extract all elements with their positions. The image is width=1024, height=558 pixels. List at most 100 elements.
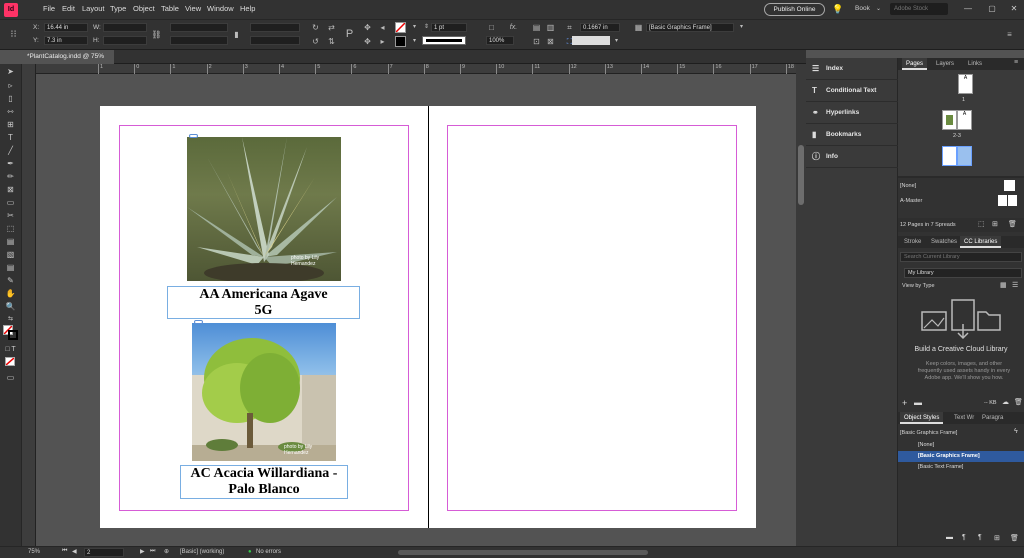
library-select[interactable]: My Library (904, 268, 1022, 278)
tab-text-wrap[interactable]: Text Wr (950, 412, 978, 424)
next-page-icon[interactable]: ▶ (140, 548, 145, 555)
selection-tool-icon[interactable]: ➤ (3, 66, 18, 77)
menu-object[interactable]: Object (133, 4, 155, 13)
style-basic-text-frame[interactable]: [Basic Text Frame] (898, 462, 1024, 473)
screen-mode-icon[interactable]: ▭ (3, 372, 18, 383)
select-container-icon[interactable]: ✥ (362, 22, 373, 33)
list-view-icon[interactable]: ☰ (1012, 281, 1018, 289)
master-a-thumb-right[interactable] (1008, 195, 1017, 206)
pencil-tool-icon[interactable]: ✏ (3, 171, 18, 182)
free-transform-tool-icon[interactable]: ⬚ (3, 223, 18, 234)
swap-colors-icon[interactable]: ⇆ (3, 314, 18, 325)
new-style-icon[interactable]: ⊞ (994, 534, 1000, 542)
offset-field[interactable]: 0.1667 in (580, 23, 620, 32)
fitting-dropdown-icon[interactable]: ▾ (611, 36, 622, 47)
menu-edit[interactable]: Edit (62, 4, 75, 13)
tab-cc-libraries[interactable]: CC Libraries (960, 236, 1002, 248)
gradient-swatch-tool-icon[interactable]: ▤ (3, 236, 18, 247)
publish-online-button[interactable]: Publish Online (764, 3, 825, 16)
content-collector-icon[interactable]: ⊞ (3, 119, 18, 130)
style-dropdown-icon[interactable]: ▾ (736, 22, 747, 33)
tab-swatches[interactable]: Swatches (927, 236, 961, 248)
direct-selection-tool-icon[interactable]: ▹ (3, 80, 18, 91)
rotate-ccw-icon[interactable]: ↺ (310, 36, 321, 47)
edit-page-size-icon[interactable]: ⬚ (978, 220, 985, 228)
vertical-scrollbar[interactable] (796, 64, 806, 546)
master-none-thumb[interactable] (1004, 180, 1015, 191)
rotation-field[interactable] (250, 23, 300, 32)
fill-dropdown-icon[interactable]: ▾ (409, 22, 420, 33)
grid-view-icon[interactable]: ▦ (1000, 281, 1007, 289)
page-thumbnail-2[interactable] (942, 110, 957, 130)
add-content-icon[interactable]: + (902, 398, 907, 408)
trash-icon[interactable]: 🗑 (1014, 398, 1023, 406)
clear-attributes-icon[interactable]: ¶ (978, 534, 982, 541)
page-number-field[interactable]: 2 (84, 548, 124, 557)
delete-style-icon[interactable]: 🗑 (1010, 534, 1019, 542)
menu-window[interactable]: Window (207, 4, 234, 13)
opacity-icon[interactable]: □ (486, 22, 497, 33)
menu-table[interactable]: Table (161, 4, 179, 13)
cloud-icon[interactable]: ☁ (1002, 398, 1009, 406)
panel-info[interactable]: ⓘ Info (806, 146, 898, 168)
pen-tool-icon[interactable]: ✒ (3, 158, 18, 169)
document-tab[interactable]: *PlantCatalog.indd @ 75% ✕ (22, 50, 114, 74)
menu-file[interactable]: File (43, 4, 55, 13)
prev-page-icon[interactable]: ◀ (72, 548, 77, 555)
formatting-container-icon[interactable]: □ T (3, 344, 18, 355)
eyedropper-tool-icon[interactable]: ✎ (3, 275, 18, 286)
page-thumbnail-3[interactable]: A (957, 110, 972, 130)
rectangle-frame-tool-icon[interactable]: ⊠ (3, 184, 18, 195)
maximize-icon[interactable]: ▢ (984, 3, 1000, 15)
menu-view[interactable]: View (185, 4, 201, 13)
constrain-scale-icon[interactable]: ▮ (231, 29, 242, 40)
folder-icon[interactable]: ▬ (914, 398, 922, 407)
panel-hyperlinks[interactable]: ⚭ Hyperlinks (806, 102, 898, 124)
preflight-profile[interactable]: [Basic] (working) (180, 549, 224, 555)
text-wrap-box-icon[interactable]: ▥ (545, 22, 556, 33)
rotate-cw-icon[interactable]: ↻ (310, 22, 321, 33)
panel-bookmarks[interactable]: ▮ Bookmarks (806, 124, 898, 146)
tab-paragraph[interactable]: Paragra (978, 412, 1007, 424)
last-page-icon[interactable]: ⏭ (150, 548, 155, 555)
panel-menu-icon[interactable]: ≡ (1004, 29, 1015, 40)
corner-options-icon[interactable]: ⌗ (564, 22, 575, 33)
object-style-icon[interactable]: ▦ (633, 22, 644, 33)
fit-frame-icon[interactable]: ⊠ (545, 36, 556, 47)
stroke-weight-field[interactable]: 1 pt (431, 23, 467, 32)
rectangle-tool-icon[interactable]: ▭ (3, 197, 18, 208)
link-badge-icon[interactable] (194, 320, 203, 324)
tab-object-styles[interactable]: Object Styles (900, 412, 944, 424)
flip-horizontal-icon[interactable]: ⇄ (326, 22, 337, 33)
h-field[interactable] (103, 36, 147, 45)
style-basic-graphics-frame[interactable]: [Basic Graphics Frame] (898, 451, 1024, 462)
close-icon[interactable]: ✕ (1006, 3, 1022, 15)
fill-swatch[interactable] (395, 22, 406, 33)
master-a[interactable]: A-Master (900, 198, 922, 204)
type-on-path-icon[interactable]: P (344, 29, 355, 40)
panel-conditional-text[interactable]: T Conditional Text (806, 80, 898, 102)
page-thumbnail-4[interactable] (942, 146, 957, 166)
text-wrap-none-icon[interactable]: ▤ (531, 22, 542, 33)
constrain-proportions-icon[interactable]: ⛓ (151, 29, 162, 40)
stroke-type-picker[interactable] (422, 36, 466, 45)
preflight-errors[interactable]: No errors (256, 549, 281, 555)
menu-type[interactable]: Type (110, 4, 126, 13)
x-field[interactable]: 16.44 in (44, 23, 88, 32)
menu-layout[interactable]: Layout (82, 4, 105, 13)
page-thumbnail-1[interactable]: A (958, 74, 973, 94)
select-content-icon[interactable]: ✥ (362, 36, 373, 47)
hand-tool-icon[interactable]: ✋ (3, 288, 18, 299)
apply-none-icon[interactable] (5, 357, 15, 366)
scissors-tool-icon[interactable]: ✂ (3, 210, 18, 221)
tab-links[interactable]: Links (964, 58, 986, 70)
library-search-input[interactable]: Search Current Library (900, 252, 1022, 262)
zoom-level[interactable]: 75% (28, 549, 40, 555)
folder-icon[interactable]: ▬ (946, 534, 953, 541)
panel-index[interactable]: ☰ Index (806, 58, 898, 80)
gradient-feather-tool-icon[interactable]: ▧ (3, 249, 18, 260)
caption-acacia[interactable]: AC Acacia Willardiana - Palo Blanco (180, 465, 348, 499)
clear-overrides-icon[interactable]: ¶ (962, 534, 966, 541)
first-page-icon[interactable]: ⏮ (62, 548, 67, 555)
y-field[interactable]: 7.3 in (44, 36, 88, 45)
